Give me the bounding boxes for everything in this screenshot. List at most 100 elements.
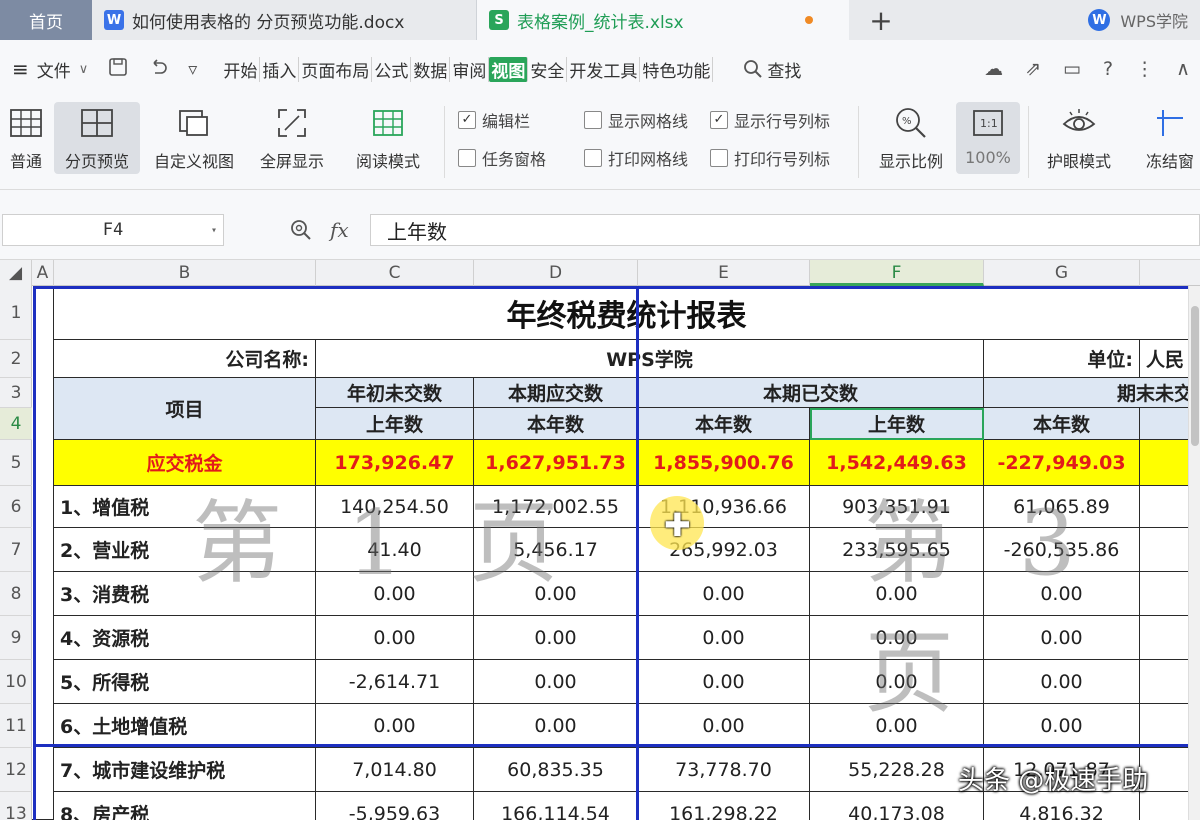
column-header-e[interactable]: E [638, 260, 810, 286]
row-header-13[interactable]: 13 [0, 792, 32, 820]
item-g-0[interactable]: 61,065.89 [984, 486, 1140, 528]
item-d-1[interactable]: 5,456.17 [474, 528, 638, 572]
row-header-10[interactable]: 10 [0, 660, 32, 704]
total-value-4[interactable]: -227,949.03 [984, 440, 1140, 486]
item-e-7[interactable]: 161,298.22 [638, 792, 810, 820]
ribbon-tab-5[interactable]: 审阅 [450, 56, 490, 82]
row-header-8[interactable]: 8 [0, 572, 32, 616]
new-tab-button[interactable]: + [849, 0, 913, 40]
column-header-f[interactable]: F [810, 260, 984, 286]
ribbon-tab-8[interactable]: 开发工具 [567, 56, 641, 82]
task-pane-toggle[interactable]: 任务窗格 [458, 146, 546, 170]
item-name-5[interactable]: 6、土地增值税 [54, 704, 316, 748]
search-button[interactable]: 查找 [743, 57, 801, 82]
undo-icon[interactable] [148, 57, 168, 82]
help-icon[interactable]: ? [1103, 58, 1113, 80]
row-header-12[interactable]: 12 [0, 748, 32, 792]
item-e-4[interactable]: 0.00 [638, 660, 810, 704]
reading-mode-button[interactable]: 阅读模式 [342, 102, 434, 174]
normal-view-button[interactable]: 普通 [2, 102, 50, 174]
group-end-header[interactable]: 期末未交 [984, 378, 1200, 408]
page-break-preview-button[interactable]: 分页预览 [54, 102, 140, 174]
eye-protection-button[interactable]: 护眼模式 [1036, 102, 1122, 174]
zoom-button[interactable]: % 显示比例 [870, 102, 952, 174]
item-name-0[interactable]: 1、增值税 [54, 486, 316, 528]
item-f-5[interactable]: 0.00 [810, 704, 984, 748]
spreadsheet-grid[interactable]: 年终税费统计报表 公司名称: WPS学院 单位: 人民 项目 年初未交数 本期应交数 本期已交数… [32, 286, 1200, 820]
total-value-0[interactable]: 173,926.47 [316, 440, 474, 486]
select-all-corner[interactable]: ◢ [0, 260, 32, 286]
total-label[interactable]: 应交税金 [54, 440, 316, 486]
zoom-search-icon[interactable] [290, 219, 312, 241]
chevron-down-icon[interactable]: ∨ [79, 62, 89, 77]
page-break-vertical[interactable] [636, 286, 639, 820]
page-break-left[interactable] [33, 286, 36, 820]
item-d-3[interactable]: 0.00 [474, 616, 638, 660]
custom-view-button[interactable]: 自定义视图 [146, 102, 242, 174]
scrollbar-thumb[interactable] [1191, 306, 1199, 446]
ribbon-tab-9[interactable]: 特色功能 [640, 56, 714, 82]
item-c-5[interactable]: 0.00 [316, 704, 474, 748]
fx-icon[interactable]: fx [330, 218, 349, 242]
hamburger-menu-icon[interactable]: ≡ [12, 57, 29, 81]
column-header-g[interactable]: G [984, 260, 1140, 286]
column-header-b[interactable]: B [54, 260, 316, 286]
group-paid-header[interactable]: 本期已交数 [638, 378, 984, 408]
ribbon-tab-7[interactable]: 安全 [528, 56, 568, 82]
row-header-11[interactable]: 11 [0, 704, 32, 748]
item-f-0[interactable]: 903,351.91 [810, 486, 984, 528]
show-gridlines-toggle[interactable]: 显示网格线 [584, 108, 688, 132]
item-d-6[interactable]: 60,835.35 [474, 748, 638, 792]
item-e-5[interactable]: 0.00 [638, 704, 810, 748]
row-header-2[interactable]: 2 [0, 340, 32, 378]
total-value-3[interactable]: 1,542,449.63 [810, 440, 984, 486]
item-g-1[interactable]: -260,535.86 [984, 528, 1140, 572]
item-g-4[interactable]: 0.00 [984, 660, 1140, 704]
item-c-1[interactable]: 41.40 [316, 528, 474, 572]
item-d-2[interactable]: 0.00 [474, 572, 638, 616]
row-header-5[interactable]: 5 [0, 440, 32, 486]
item-name-7[interactable]: 8、房产税 [54, 792, 316, 820]
row-header-3[interactable]: 3 [0, 378, 32, 408]
item-c-3[interactable]: 0.00 [316, 616, 474, 660]
formula-bar-toggle[interactable]: ✓ 编辑栏 [458, 108, 530, 132]
formula-input[interactable]: 上年数 [370, 214, 1200, 246]
tab-docx[interactable]: W 如何使用表格的 分页预览功能.docx [92, 0, 477, 40]
item-f-2[interactable]: 0.00 [810, 572, 984, 616]
column-header-a[interactable]: A [32, 260, 54, 286]
row-header-6[interactable]: 6 [0, 486, 32, 528]
total-value-2[interactable]: 1,855,900.76 [638, 440, 810, 486]
wps-academy-link[interactable]: W WPS学院 [1088, 0, 1200, 40]
sub-header-0[interactable]: 上年数 [316, 408, 474, 440]
item-g-2[interactable]: 0.00 [984, 572, 1140, 616]
item-c-4[interactable]: -2,614.71 [316, 660, 474, 704]
item-d-4[interactable]: 0.00 [474, 660, 638, 704]
row-header-7[interactable]: 7 [0, 528, 32, 572]
row-header-1[interactable]: 1 [0, 286, 32, 340]
sub-header-4[interactable]: 本年数 [984, 408, 1140, 440]
ribbon-tab-6[interactable]: 视图 [489, 56, 529, 82]
item-g-3[interactable]: 0.00 [984, 616, 1140, 660]
show-headers-toggle[interactable]: ✓ 显示行号列标 [710, 108, 830, 132]
item-d-7[interactable]: 166,114.54 [474, 792, 638, 820]
report-title[interactable]: 年终税费统计报表 [54, 286, 1200, 340]
row-header-9[interactable]: 9 [0, 616, 32, 660]
tab-xlsx[interactable]: S 表格案例_统计表.xlsx [477, 0, 849, 40]
redo-dropdown-icon[interactable]: ▿ [188, 59, 197, 80]
item-d-5[interactable]: 0.00 [474, 704, 638, 748]
collapse-icon[interactable]: ∧ [1176, 58, 1190, 80]
item-c-0[interactable]: 140,254.50 [316, 486, 474, 528]
item-name-1[interactable]: 2、营业税 [54, 528, 316, 572]
item-name-2[interactable]: 3、消费税 [54, 572, 316, 616]
item-d-0[interactable]: 1,172,002.55 [474, 486, 638, 528]
item-e-6[interactable]: 73,778.70 [638, 748, 810, 792]
group-begin-header[interactable]: 年初未交数 [316, 378, 474, 408]
box-icon[interactable]: ▭ [1063, 58, 1081, 80]
item-name-4[interactable]: 5、所得税 [54, 660, 316, 704]
item-g-5[interactable]: 0.00 [984, 704, 1140, 748]
name-box[interactable]: F4 ▾ [2, 214, 224, 246]
item-e-2[interactable]: 0.00 [638, 572, 810, 616]
print-headers-toggle[interactable]: 打印行号列标 [710, 146, 830, 170]
item-c-6[interactable]: 7,014.80 [316, 748, 474, 792]
item-c-2[interactable]: 0.00 [316, 572, 474, 616]
